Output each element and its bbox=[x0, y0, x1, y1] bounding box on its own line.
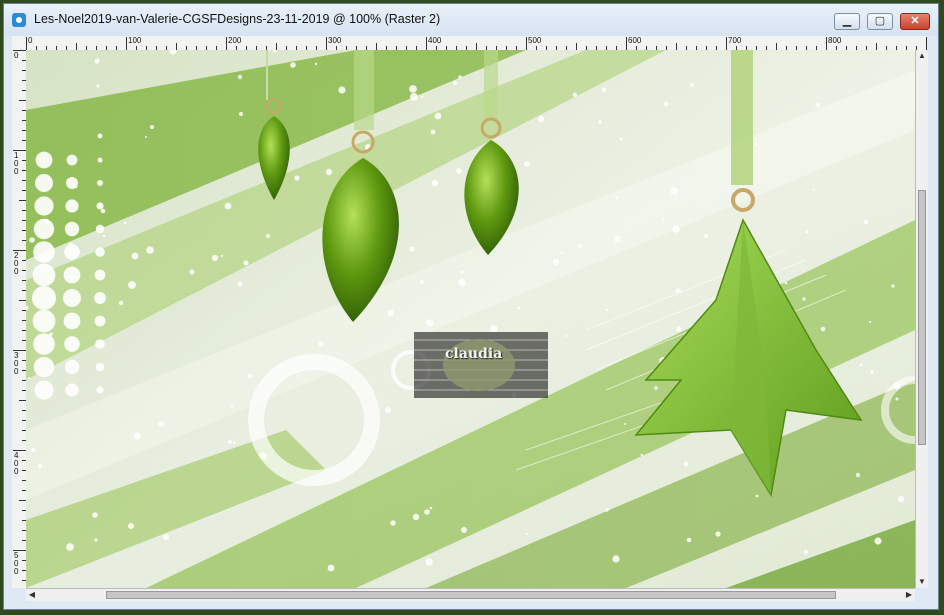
image-canvas[interactable]: claudia bbox=[26, 50, 915, 588]
scroll-up-arrow[interactable]: ▲ bbox=[916, 50, 928, 62]
scroll-down-arrow[interactable]: ▼ bbox=[916, 576, 928, 588]
ruler-tick bbox=[726, 37, 727, 50]
ruler-label: 200 bbox=[228, 36, 242, 45]
ruler-tick bbox=[126, 37, 127, 50]
ruler-tick bbox=[376, 43, 377, 50]
ruler-label: 0 bbox=[14, 51, 19, 60]
ruler-tick bbox=[19, 400, 26, 401]
ruler-tick bbox=[876, 43, 877, 50]
ruler-label: 5 0 0 bbox=[14, 551, 19, 576]
ruler-tick bbox=[926, 37, 927, 50]
watermark-text: claudia bbox=[445, 346, 503, 362]
ruler-tick bbox=[426, 37, 427, 50]
ruler-tick bbox=[19, 200, 26, 201]
ruler-tick bbox=[476, 43, 477, 50]
vertical-scroll-thumb[interactable] bbox=[918, 190, 926, 445]
vertical-scrollbar[interactable]: ▲ ▼ bbox=[915, 50, 928, 588]
ruler-label: 800 bbox=[828, 36, 842, 45]
ruler-label: 1 0 0 bbox=[14, 151, 19, 176]
ruler-tick bbox=[176, 43, 177, 50]
ruler-tick bbox=[626, 37, 627, 50]
scroll-right-arrow[interactable]: ▶ bbox=[903, 589, 915, 601]
ruler-tick bbox=[26, 37, 27, 50]
ruler-label: 100 bbox=[128, 36, 142, 45]
ruler-label: 4 0 0 bbox=[14, 451, 19, 476]
app-icon bbox=[12, 13, 26, 27]
ruler-tick bbox=[19, 100, 26, 101]
close-button[interactable]: ✕ bbox=[900, 13, 930, 30]
christmas-artwork bbox=[26, 50, 915, 588]
ruler-tick bbox=[576, 43, 577, 50]
window-title: Les-Noel2019-van-Valerie-CGSFDesigns-23-… bbox=[34, 12, 441, 26]
ruler-tick bbox=[19, 500, 26, 501]
ruler-label: 400 bbox=[428, 36, 442, 45]
horizontal-scrollbar[interactable]: ◀ ▶ bbox=[26, 588, 915, 601]
ruler-tick bbox=[526, 37, 527, 50]
vertical-ruler[interactable]: 0 1 0 0 2 0 0 3 0 0 4 0 0 5 0 0 bbox=[12, 50, 27, 588]
ruler-tick bbox=[19, 300, 26, 301]
ruler-label: 3 0 0 bbox=[14, 351, 19, 376]
ruler-label: 0 bbox=[28, 36, 33, 45]
ruler-tick bbox=[826, 37, 827, 50]
ruler-label: 600 bbox=[628, 36, 642, 45]
title-bar[interactable]: Les-Noel2019-van-Valerie-CGSFDesigns-23-… bbox=[4, 4, 938, 36]
scroll-left-arrow[interactable]: ◀ bbox=[26, 589, 38, 601]
ruler-tick bbox=[76, 43, 77, 50]
ruler-tick bbox=[276, 43, 277, 50]
ruler-label: 500 bbox=[528, 36, 542, 45]
ruler-tick bbox=[226, 37, 227, 50]
ruler-label: 300 bbox=[328, 36, 342, 45]
horizontal-scroll-thumb[interactable] bbox=[106, 591, 836, 599]
ruler-tick bbox=[676, 43, 677, 50]
ruler-tick bbox=[776, 43, 777, 50]
ruler-label: 700 bbox=[728, 36, 742, 45]
horizontal-ruler[interactable]: 0 100 200 300 400 500 600 700 800 bbox=[12, 36, 927, 51]
maximize-button[interactable]: ▢ bbox=[867, 13, 893, 30]
ruler-label: 2 0 0 bbox=[14, 251, 19, 276]
ruler-tick bbox=[326, 37, 327, 50]
minimize-button[interactable]: ▁ bbox=[834, 13, 860, 30]
